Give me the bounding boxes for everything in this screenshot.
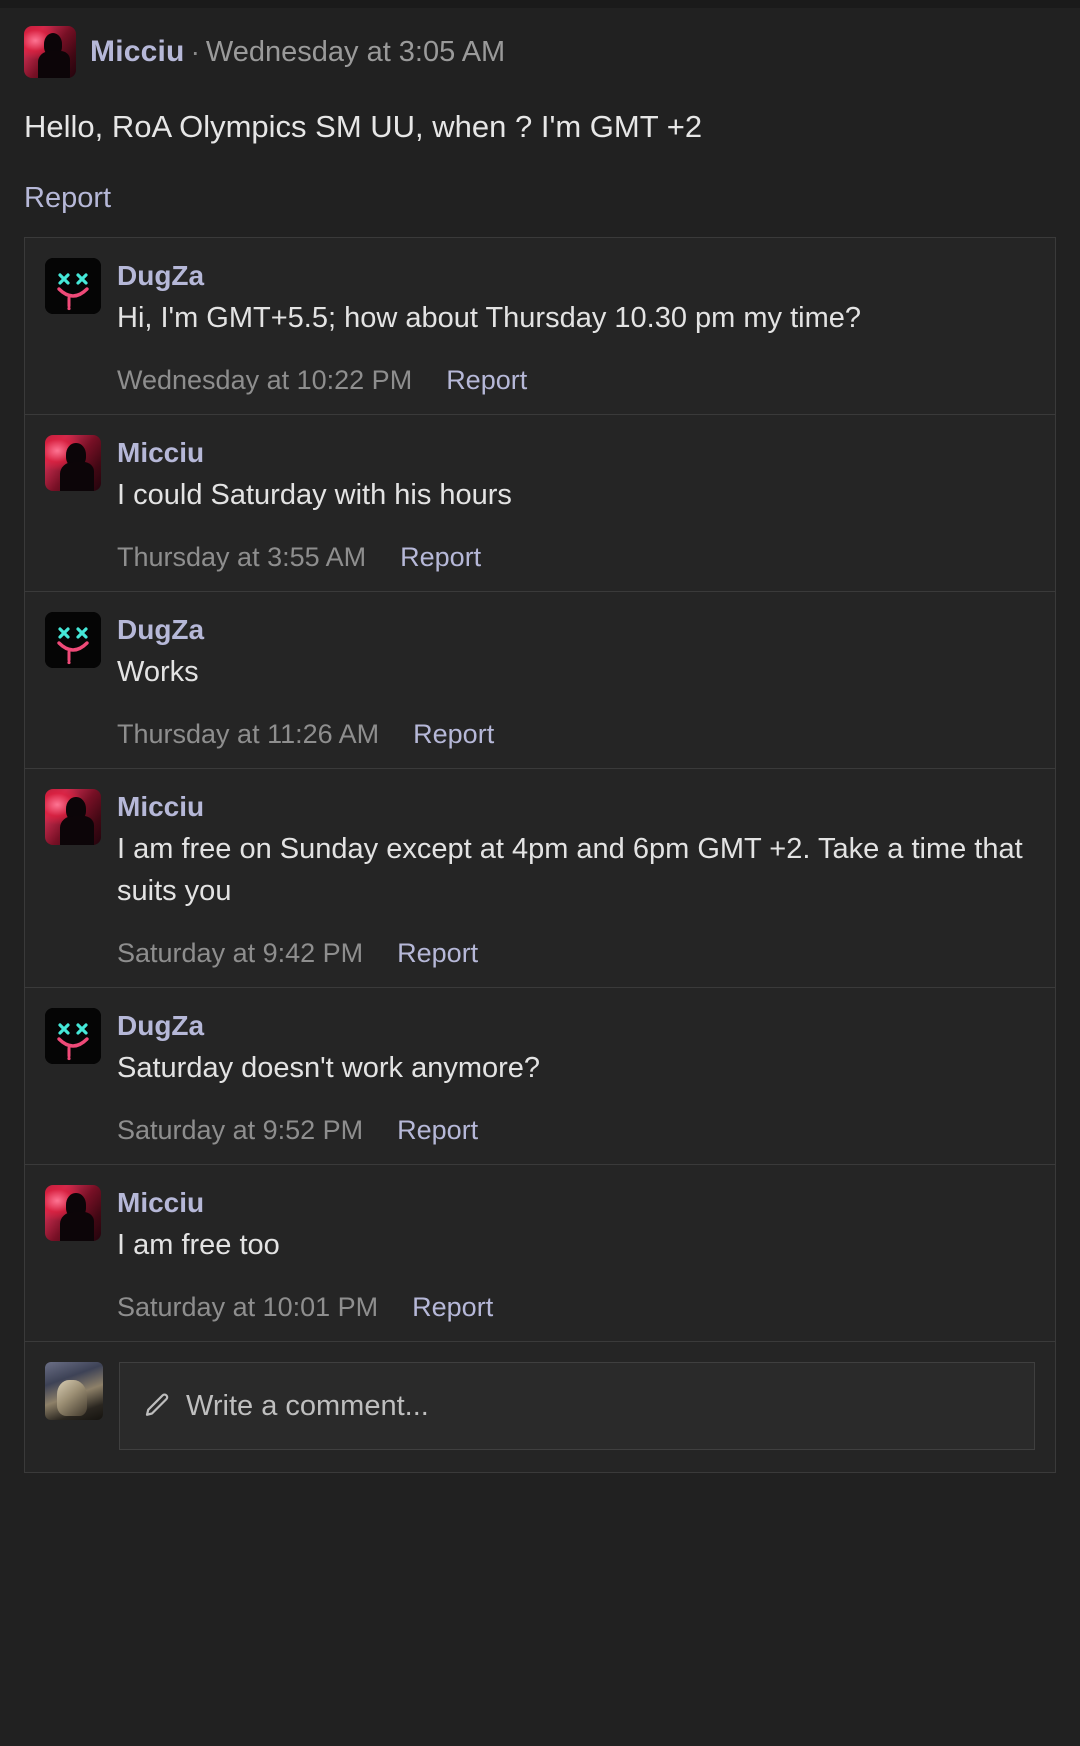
reply-report-link[interactable]: Report [412, 1292, 493, 1323]
pencil-icon [142, 1391, 172, 1421]
reply-timestamp: Saturday at 10:01 PM [117, 1292, 379, 1323]
reply-timestamp: Saturday at 9:52 PM [117, 1115, 364, 1146]
reply-author[interactable]: Micciu [117, 1185, 1035, 1220]
reply-text: Saturday doesn't work anymore? [117, 1052, 541, 1085]
reply-text: I am free on Sunday except at 4pm and 6p… [117, 832, 1023, 908]
micciu-avatar[interactable] [45, 788, 101, 845]
reply-content: DugZa Hi, I'm GMT+5.5; how about Thursda… [117, 258, 1035, 396]
reply-report-link[interactable]: Report [413, 719, 494, 750]
reply-meta: Saturday at 10:01 PM Report [117, 1292, 1035, 1323]
reply-content: Micciu I am free on Sunday except at 4pm… [117, 789, 1035, 969]
reply-text: Works [117, 655, 199, 688]
root-post-author[interactable]: Micciu [90, 35, 185, 68]
micciu-avatar[interactable] [24, 26, 76, 78]
reply-content: Micciu I am free too Saturday at 10:01 P… [117, 1185, 1035, 1323]
reply-report-link[interactable]: Report [397, 938, 478, 969]
reply-item: Micciu I am free too Saturday at 10:01 P… [25, 1165, 1055, 1343]
reply-item: DugZa Hi, I'm GMT+5.5; how about Thursda… [25, 237, 1055, 415]
comment-thread-page: Micciu · Wednesday at 3:05 AM Hello, RoA O… [0, 0, 1080, 1746]
root-post-report-link[interactable]: Report [24, 182, 1056, 215]
reply-report-link[interactable]: Report [446, 365, 527, 396]
root-post-header: Micciu · Wednesday at 3:05 AM [24, 26, 1056, 78]
page-bottom-spacer [0, 1473, 1080, 1614]
reply-timestamp: Saturday at 9:42 PM [117, 938, 364, 969]
reply-report-link[interactable]: Report [400, 542, 481, 573]
root-post-body: Hello, RoA Olympics SM UU, when ? I'm GM… [24, 109, 703, 144]
reply-report-link[interactable]: Report [397, 1115, 478, 1146]
reply-content: Micciu I could Saturday with his hours T… [117, 435, 1035, 573]
micciu-avatar[interactable] [45, 434, 101, 491]
reply-timestamp: Thursday at 3:55 AM [117, 541, 367, 572]
reply-author[interactable]: DugZa [117, 1008, 1035, 1043]
reply-meta: Thursday at 11:26 AM Report [117, 719, 1035, 750]
reply-content: DugZa Works Thursday at 11:26 AM Report [117, 612, 1035, 750]
comment-composer: Write a comment... [25, 1342, 1055, 1474]
reply-item: DugZa Works Thursday at 11:26 AM Report [25, 591, 1055, 769]
reply-timestamp: Thursday at 11:26 AM [117, 718, 380, 749]
dugza-avatar[interactable] [45, 257, 101, 314]
dugza-avatar[interactable] [45, 611, 101, 668]
reply-meta: Saturday at 9:52 PM Report [117, 1115, 1035, 1146]
reply-meta: Wednesday at 10:22 PM Report [117, 365, 1035, 396]
root-post: Micciu · Wednesday at 3:05 AM Hello, RoA O… [0, 8, 1080, 215]
reply-timestamp: Wednesday at 10:22 PM [117, 364, 413, 395]
top-strip [0, 0, 1080, 8]
reply-item: Micciu I am free on Sunday except at 4pm… [25, 768, 1055, 989]
reply-meta: Thursday at 3:55 AM Report [117, 542, 1035, 573]
reply-author[interactable]: Micciu [117, 789, 1035, 824]
reply-content: DugZa Saturday doesn't work anymore? Sat… [117, 1008, 1035, 1146]
replies-list: DugZa Hi, I'm GMT+5.5; how about Thursda… [24, 236, 1056, 1474]
dugza-avatar[interactable] [45, 1008, 101, 1065]
reply-meta: Saturday at 9:42 PM Report [117, 938, 1035, 969]
micciu-avatar[interactable] [45, 1185, 101, 1242]
comment-input-placeholder: Write a comment... [186, 1389, 429, 1422]
reply-author[interactable]: Micciu [117, 435, 1035, 470]
reply-author[interactable]: DugZa [117, 258, 1035, 293]
root-post-byline: Micciu · Wednesday at 3:05 AM [90, 35, 505, 69]
root-post-timestamp: Wednesday at 3:05 AM [205, 36, 506, 68]
reply-item: Micciu I could Saturday with his hours T… [25, 414, 1055, 592]
current-user-avatar[interactable] [45, 1362, 103, 1421]
byline-separator: · [190, 36, 200, 67]
reply-text: Hi, I'm GMT+5.5; how about Thursday 10.3… [117, 301, 862, 334]
reply-item: DugZa Saturday doesn't work anymore? Sat… [25, 988, 1055, 1166]
reply-author[interactable]: DugZa [117, 612, 1035, 647]
reply-text: I am free too [117, 1229, 280, 1262]
reply-text: I could Saturday with his hours [117, 478, 512, 511]
comment-input[interactable]: Write a comment... [119, 1362, 1035, 1451]
